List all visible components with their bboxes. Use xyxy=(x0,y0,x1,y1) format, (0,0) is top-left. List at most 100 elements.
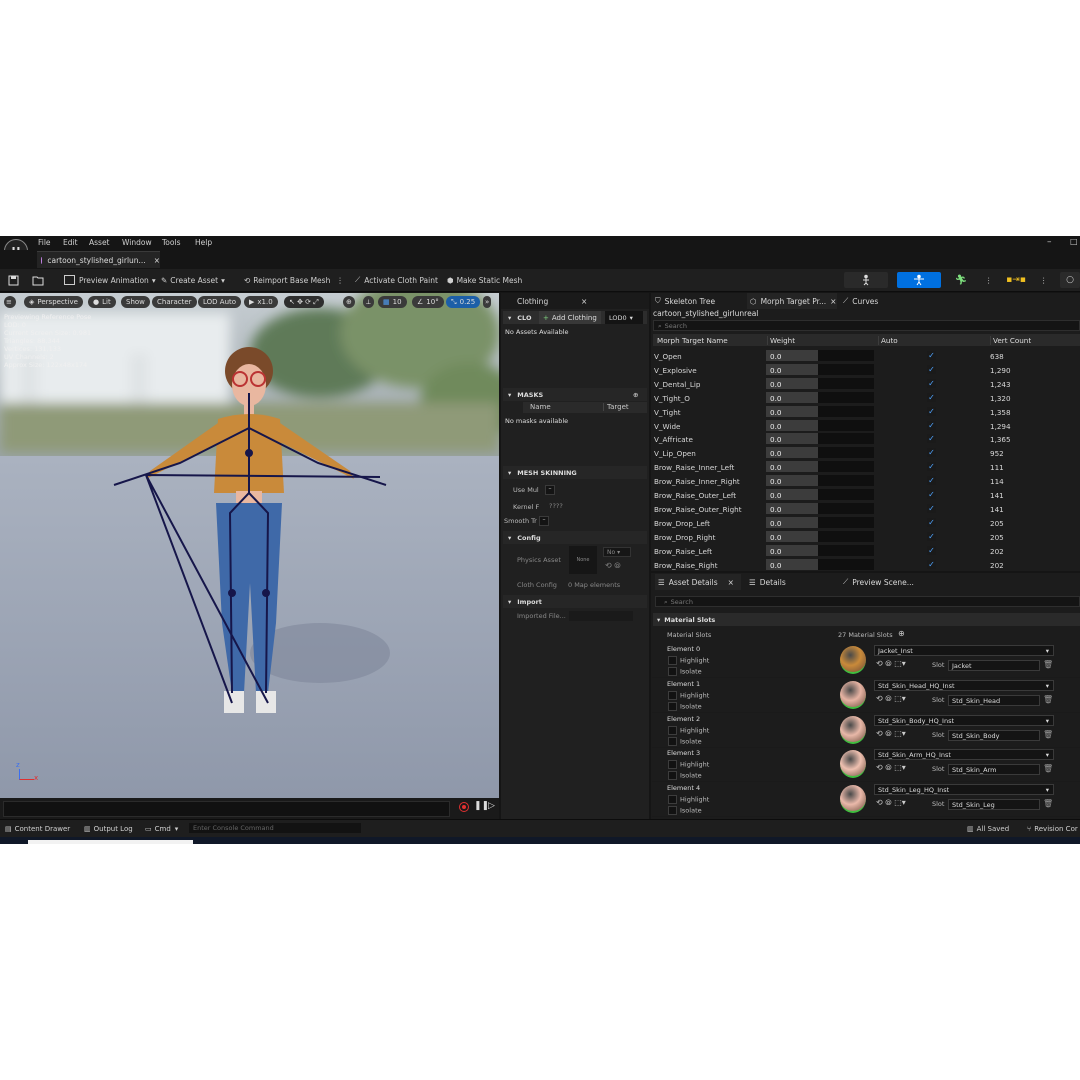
col-name[interactable]: Name xyxy=(530,403,551,411)
morph-search-input[interactable]: ⌕ Search xyxy=(653,320,1080,331)
morph-target-row[interactable]: V_Dental_Lip 0.0 ✓ 1,243 xyxy=(652,377,1080,391)
material-action-icons[interactable]: ⟲ ⦾ ⬚▾ xyxy=(876,659,906,669)
create-asset-dropdown[interactable]: ✎ Create Asset ▾ xyxy=(161,273,225,287)
tab-asset-details[interactable]: ☰ Asset Details × xyxy=(655,574,741,590)
timeline-scrubber[interactable] xyxy=(3,801,450,817)
maximize-button[interactable]: □ xyxy=(1070,237,1078,246)
animation-mode-button[interactable]: 🏃︎ xyxy=(952,272,970,288)
add-clothing-button[interactable]: + Add Clothing xyxy=(539,311,601,324)
material-select[interactable]: Std_Skin_Body_HQ_Inst ▾ xyxy=(874,714,1054,726)
physics-mode-button[interactable]: ▪⇥▪ xyxy=(1004,272,1028,288)
material-action-icons[interactable]: ⟲ ⦾ ⬚▾ xyxy=(876,729,906,739)
auto-checkbox[interactable]: ✓ xyxy=(927,351,936,360)
taskbar-search-box[interactable] xyxy=(28,840,193,844)
tab-morph-target[interactable]: ⬡ Morph Target Pr... × xyxy=(747,293,837,309)
morph-target-row[interactable]: Brow_Drop_Left 0.0 ✓ 205 xyxy=(652,516,1080,530)
tab-curves[interactable]: ⟋ Curves xyxy=(843,293,878,309)
highlight-checkbox[interactable] xyxy=(668,656,677,665)
menu-window[interactable]: Window xyxy=(122,238,152,247)
add-mask-icon[interactable]: ⊕ xyxy=(633,391,638,399)
isolate-checkbox[interactable] xyxy=(668,667,677,676)
details-search-input[interactable]: ⌕ Search xyxy=(655,596,1080,607)
material-thumbnail[interactable] xyxy=(840,785,866,814)
weight-slider-track[interactable] xyxy=(818,363,874,375)
activate-cloth-paint-button[interactable]: ⟋ Activate Cloth Paint xyxy=(355,273,438,287)
highlight-option[interactable]: Highlight xyxy=(668,760,709,770)
tab-skeleton-tree[interactable]: ⛉ Skeleton Tree xyxy=(655,293,715,309)
weight-slider-track[interactable] xyxy=(818,489,874,500)
slot-name-input[interactable]: Std_Skin_Body xyxy=(948,729,1040,741)
material-action-icons[interactable]: ⟲ ⦾ ⬚▾ xyxy=(876,798,906,808)
morph-target-row[interactable]: Brow_Raise_Outer_Right 0.0 ✓ 141 xyxy=(652,502,1080,516)
lod-select[interactable]: LOD0 ▾ xyxy=(605,311,643,324)
record-icon[interactable] xyxy=(459,802,469,812)
highlight-option[interactable]: Highlight xyxy=(668,725,709,735)
isolate-option[interactable]: Isolate xyxy=(668,701,702,711)
world-local-toggle[interactable]: ⊕ xyxy=(343,296,355,308)
isolate-checkbox[interactable] xyxy=(668,736,677,746)
close-tab-icon[interactable]: × xyxy=(581,297,587,306)
isolate-checkbox[interactable] xyxy=(668,771,677,781)
config-header[interactable]: ▾ Config xyxy=(503,531,647,544)
weight-slider-track[interactable] xyxy=(818,558,874,570)
surface-snap-toggle[interactable]: ⟂ xyxy=(363,296,374,308)
material-select[interactable]: Jacket_Inst ▾ xyxy=(874,645,1054,656)
morph-target-row[interactable]: Brow_Raise_Inner_Left 0.0 ✓ 111 xyxy=(652,460,1080,474)
trash-icon[interactable]: 🗑︎ xyxy=(1043,660,1053,669)
menu-asset[interactable]: Asset xyxy=(89,238,110,247)
add-material-slot-icon[interactable]: ⊕ xyxy=(898,629,905,638)
auto-checkbox[interactable]: ✓ xyxy=(927,503,936,513)
kernel-value[interactable]: ???? xyxy=(549,502,563,510)
highlight-checkbox[interactable] xyxy=(668,690,677,700)
morph-target-row[interactable]: V_Affricate 0.0 ✓ 1,365 xyxy=(652,432,1080,446)
trash-icon[interactable]: 🗑︎ xyxy=(1043,799,1053,808)
weight-slider-track[interactable] xyxy=(818,377,874,389)
auto-checkbox[interactable]: ✓ xyxy=(927,545,936,555)
close-tab-icon[interactable]: × xyxy=(830,297,836,306)
pause-icon[interactable]: ❚❚ xyxy=(474,801,489,811)
show-dropdown[interactable]: Show xyxy=(121,296,150,308)
weight-slider-track[interactable] xyxy=(818,530,874,542)
auto-checkbox[interactable]: ✓ xyxy=(927,406,936,416)
auto-checkbox[interactable]: ✓ xyxy=(927,462,936,472)
col-weight[interactable]: Weight xyxy=(767,336,795,345)
slot-name-input[interactable]: Std_Skin_Leg xyxy=(948,799,1040,811)
isolate-checkbox[interactable] xyxy=(668,701,677,711)
viewport-menu-button[interactable]: ≡ xyxy=(4,296,16,308)
rotation-snap-dropdown[interactable]: ∠ 10° xyxy=(412,296,444,308)
auto-checkbox[interactable]: ✓ xyxy=(927,364,936,374)
import-header[interactable]: ▾ Import xyxy=(503,595,647,608)
slot-name-input[interactable]: Std_Skin_Head xyxy=(948,694,1040,706)
weight-slider-track[interactable] xyxy=(818,516,874,528)
auto-checkbox[interactable]: ✓ xyxy=(927,517,936,527)
trash-icon[interactable]: 🗑︎ xyxy=(1043,695,1053,704)
browse-asset-button[interactable] xyxy=(32,273,44,287)
auto-checkbox[interactable]: ✓ xyxy=(927,490,936,499)
material-thumbnail[interactable] xyxy=(840,680,866,709)
col-morph-name[interactable]: Morph Target Name xyxy=(657,336,728,345)
auto-checkbox[interactable]: ✓ xyxy=(927,378,936,388)
slot-name-input[interactable]: Std_Skin_Arm xyxy=(948,764,1040,776)
physics-asset-select[interactable]: No ▾ xyxy=(603,547,631,557)
weight-slider-track[interactable] xyxy=(818,391,874,403)
lod-dropdown[interactable]: LOD Auto xyxy=(198,296,242,308)
weight-slider-track[interactable] xyxy=(818,447,874,459)
mesh-mode-button[interactable] xyxy=(897,272,941,288)
weight-slider-track[interactable] xyxy=(818,350,874,361)
menu-help[interactable]: Help xyxy=(195,238,212,247)
save-button[interactable] xyxy=(8,273,19,287)
col-auto[interactable]: Auto xyxy=(878,336,898,345)
more-options-icon[interactable]: ⋮ xyxy=(336,276,344,285)
material-select[interactable]: Std_Skin_Leg_HQ_Inst ▾ xyxy=(874,784,1054,796)
content-drawer-button[interactable]: ▤ Content Drawer xyxy=(5,822,70,836)
make-static-mesh-button[interactable]: ⬢ Make Static Mesh xyxy=(447,273,522,287)
highlight-option[interactable]: Highlight xyxy=(668,690,709,700)
tab-preview-scene[interactable]: ⟋ Preview Scene... xyxy=(843,574,914,590)
settings-mode-button[interactable]: ○ xyxy=(1060,272,1080,288)
col-target[interactable]: Target xyxy=(603,403,629,411)
clothing-section-header[interactable]: ▾ CLO + Add Clothing LOD0 ▾ xyxy=(503,311,647,324)
play-forward-icon[interactable]: ▷ xyxy=(488,801,495,811)
menu-edit[interactable]: Edit xyxy=(63,238,78,247)
more-options-icon[interactable]: ⋮ xyxy=(985,273,993,287)
weight-slider-track[interactable] xyxy=(818,433,874,445)
